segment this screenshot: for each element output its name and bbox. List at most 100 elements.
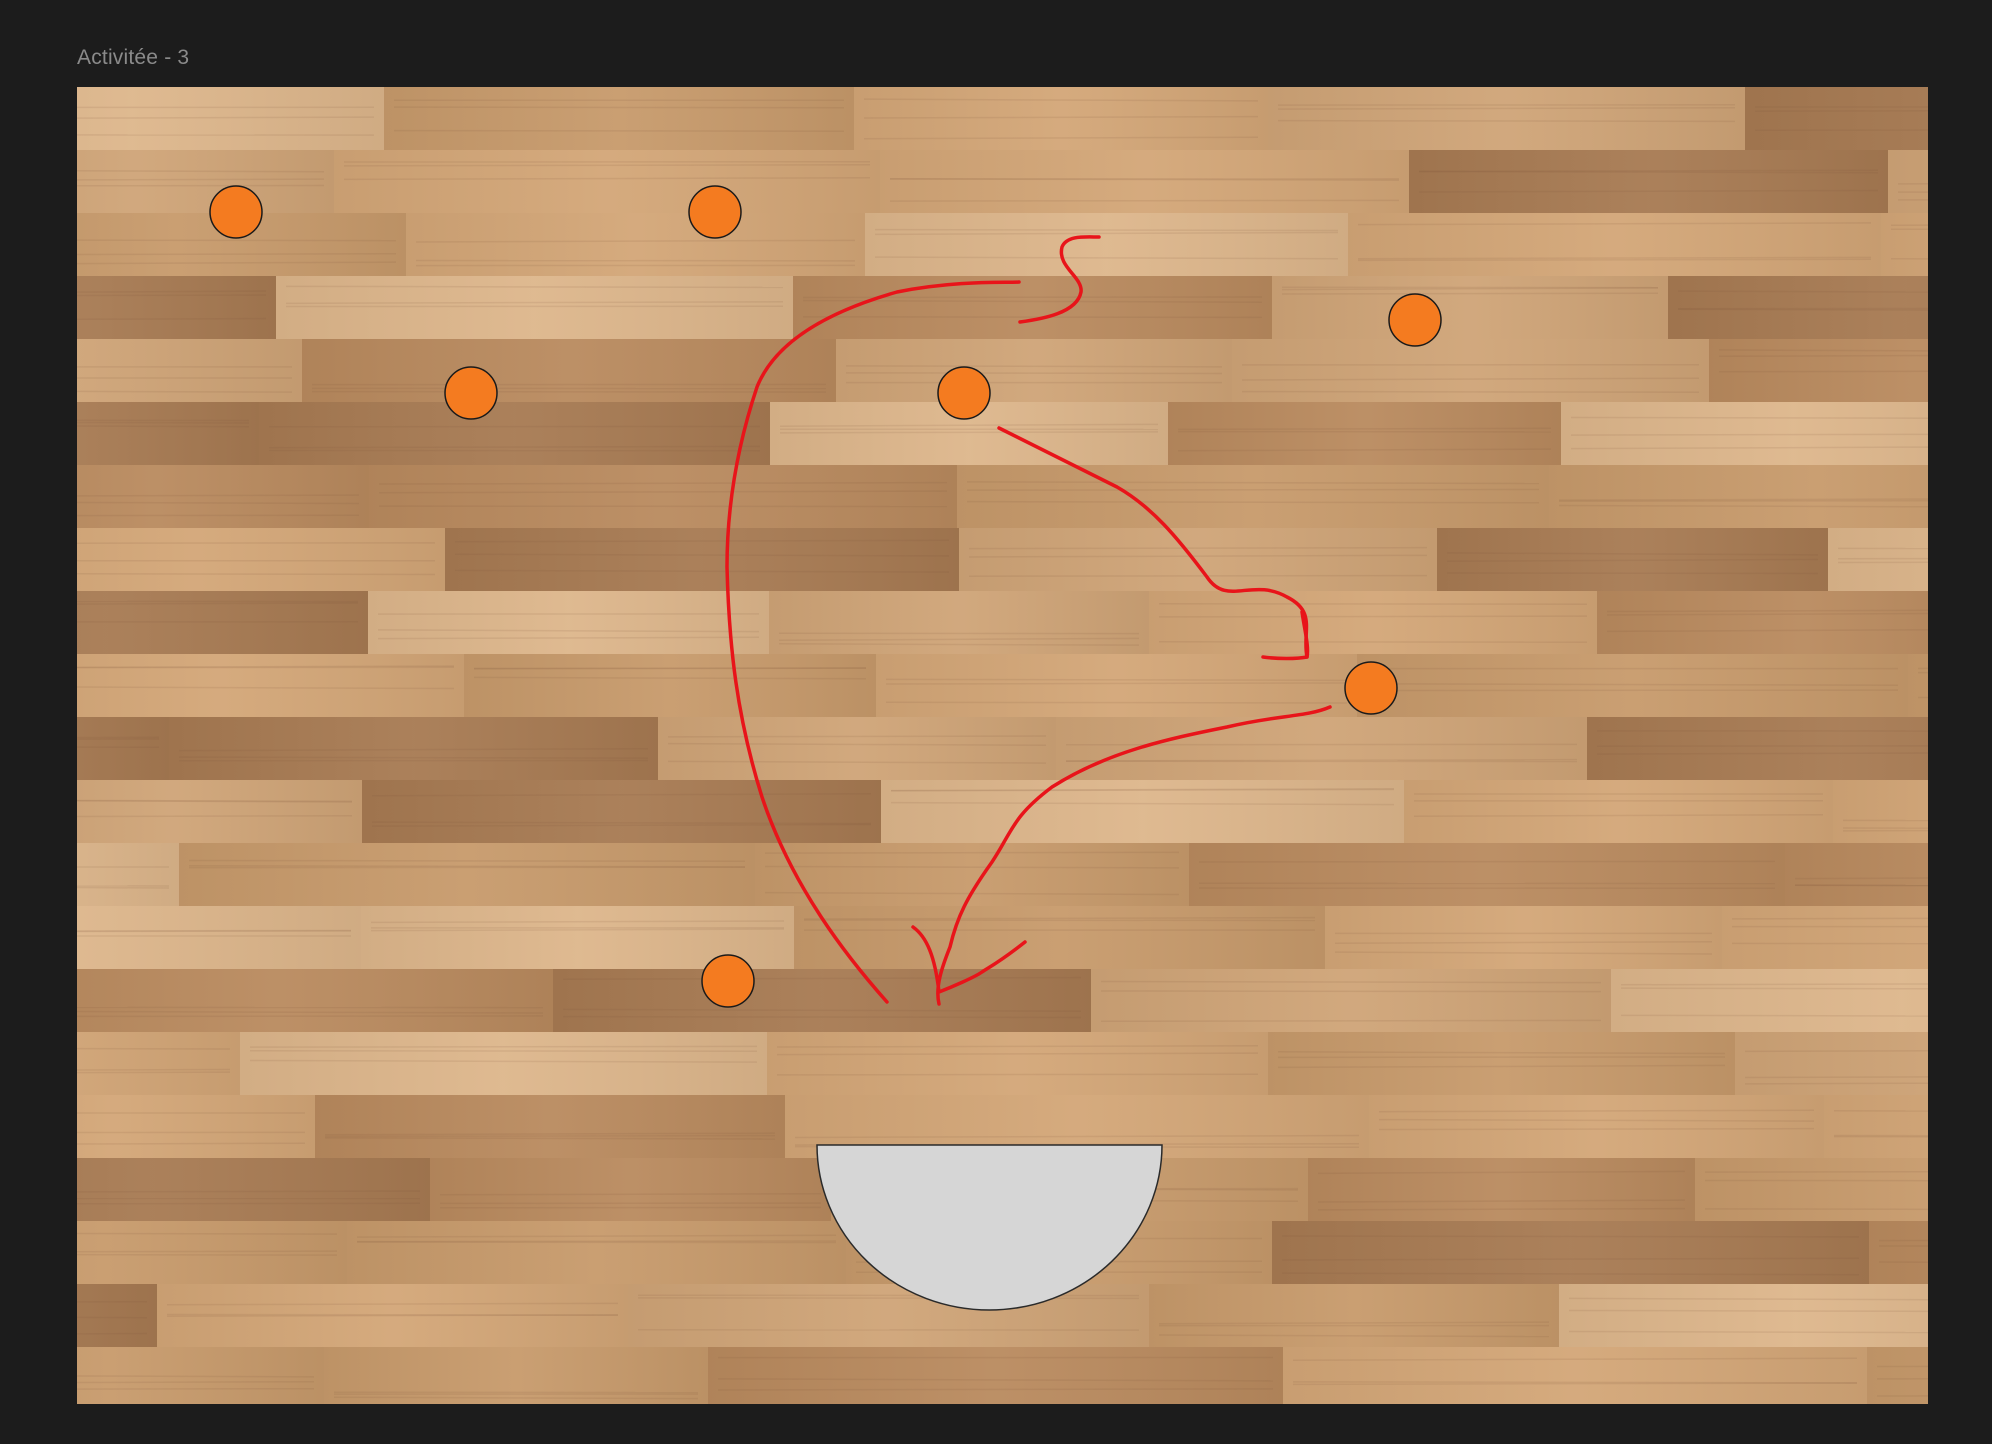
artboard-canvas[interactable] bbox=[77, 87, 1928, 1404]
wood-grain-line bbox=[874, 228, 1339, 232]
floor-plank-grain bbox=[1369, 1095, 1824, 1158]
wood-grain-line bbox=[77, 1387, 315, 1390]
floor-plank-grain bbox=[1668, 276, 1928, 339]
wood-grain-line bbox=[1842, 829, 1928, 832]
floor-plank-grain bbox=[1824, 1095, 1928, 1158]
floor-plank-grain bbox=[876, 654, 1357, 717]
wood-grain-line bbox=[1198, 860, 1776, 863]
wood-grain-line bbox=[845, 372, 1223, 375]
floor-plank-grain bbox=[1189, 843, 1785, 906]
wood-grain-line bbox=[1570, 433, 1928, 436]
wood-grain-line bbox=[1418, 170, 1879, 174]
wood-grain-line bbox=[1754, 129, 1928, 131]
wood-grain-line bbox=[77, 799, 353, 802]
floor-plank-grain bbox=[1722, 906, 1928, 969]
wood-grain-line bbox=[77, 421, 250, 424]
wood-grain-line bbox=[1100, 1019, 1602, 1023]
floor-plank-grain bbox=[77, 1032, 240, 1095]
wood-grain-line bbox=[1100, 990, 1602, 993]
floor-plank-grain bbox=[77, 528, 445, 591]
player-marker[interactable] bbox=[688, 185, 742, 239]
wood-grain-line bbox=[667, 735, 1047, 738]
wood-grain-line bbox=[1704, 1171, 1928, 1173]
floor-plank-grain bbox=[179, 843, 755, 906]
floor-plank-grain bbox=[1149, 591, 1597, 654]
floor-plank-grain bbox=[315, 1095, 785, 1158]
wood-grain-line bbox=[1842, 819, 1928, 822]
wood-grain-line bbox=[1570, 416, 1928, 419]
wood-grain-line bbox=[1794, 884, 1928, 887]
wood-grain-line bbox=[1158, 615, 1588, 618]
floor-plank-grain bbox=[324, 1347, 708, 1404]
floor-plank-grain bbox=[1149, 1284, 1559, 1347]
wood-grain-line bbox=[1277, 119, 1736, 123]
wood-grain-line bbox=[889, 199, 1400, 202]
floor-plank-grain bbox=[1091, 969, 1611, 1032]
floor-plank-grain bbox=[628, 1284, 1149, 1347]
floor-plank-grain bbox=[1308, 1158, 1695, 1221]
wood-grain-line bbox=[966, 488, 1540, 491]
floor-plank-grain bbox=[959, 528, 1437, 591]
floor-plank-grain bbox=[1549, 465, 1928, 528]
wood-grain-line bbox=[77, 239, 397, 242]
floor-plank-grain bbox=[464, 654, 876, 717]
floor-plank-grain bbox=[77, 1284, 157, 1347]
floor-plank-grain bbox=[406, 213, 865, 276]
floor-plank-grain bbox=[259, 402, 770, 465]
wood-grain-line bbox=[324, 1134, 776, 1138]
wood-grain-line bbox=[1837, 557, 1928, 560]
floor-plank-grain bbox=[1833, 780, 1928, 843]
wood-grain-line bbox=[77, 815, 353, 818]
board-drawing[interactable] bbox=[77, 87, 1928, 1404]
wood-grain-line bbox=[1281, 1235, 1860, 1238]
floor-plank-grain bbox=[445, 528, 959, 591]
floor-plank-grain bbox=[276, 276, 793, 339]
wood-grain-line bbox=[779, 431, 1159, 434]
player-marker[interactable] bbox=[444, 366, 498, 420]
player-marker[interactable] bbox=[1388, 293, 1442, 347]
wood-grain-line bbox=[1558, 499, 1928, 502]
wood-grain-line bbox=[311, 390, 827, 393]
wood-grain-line bbox=[77, 573, 436, 576]
player-marker[interactable] bbox=[209, 185, 263, 239]
floor-plank-grain bbox=[1268, 87, 1745, 150]
floor-plank-grain bbox=[880, 150, 1409, 213]
wood-grain-line bbox=[776, 1073, 1259, 1076]
wood-grain-line bbox=[77, 294, 267, 297]
floor-plank-grain bbox=[658, 717, 1056, 780]
floor-plank-grain bbox=[865, 213, 1348, 276]
wood-grain-line bbox=[1917, 696, 1928, 699]
wood-grain-line bbox=[1158, 602, 1588, 605]
floor-plank-grain bbox=[793, 276, 1272, 339]
floor-plank-grain bbox=[1888, 150, 1928, 213]
player-marker[interactable] bbox=[701, 954, 755, 1008]
floor-plank-grain bbox=[77, 402, 259, 465]
wood-grain-line bbox=[1833, 1135, 1928, 1138]
player-marker[interactable] bbox=[937, 366, 991, 420]
floor-plank-grain bbox=[794, 906, 1325, 969]
floor-plank-grain bbox=[1735, 1032, 1928, 1095]
player-marker[interactable] bbox=[1344, 661, 1398, 715]
floor-plank-grain bbox=[1785, 843, 1928, 906]
wood-grain-line bbox=[764, 851, 1180, 854]
floor-plank-grain bbox=[1908, 654, 1928, 717]
wood-grain-line bbox=[77, 746, 160, 749]
floor-plank-grain bbox=[384, 87, 854, 150]
wood-grain-line bbox=[393, 106, 845, 109]
floor-plank-grain bbox=[767, 1032, 1268, 1095]
floor-plank-grain bbox=[77, 654, 464, 717]
floor-plank-grain bbox=[1272, 276, 1668, 339]
floor-plank-grain bbox=[430, 1158, 831, 1221]
wood-grain-line bbox=[885, 701, 1348, 704]
floor-plank-grain bbox=[1709, 339, 1928, 402]
floor-plank-grain bbox=[362, 780, 881, 843]
wood-grain-line bbox=[1842, 827, 1928, 829]
wood-grain-line bbox=[1897, 191, 1928, 193]
floor-plank-grain bbox=[1869, 1221, 1928, 1284]
wood-grain-line bbox=[637, 1297, 1140, 1300]
wood-grain-line bbox=[562, 1015, 1082, 1019]
frame-title: Activitée - 3 bbox=[77, 46, 190, 69]
floor-plank-grain bbox=[1611, 969, 1928, 1032]
floor-plank-grain bbox=[1745, 87, 1928, 150]
floor-plank-grain bbox=[1409, 150, 1888, 213]
